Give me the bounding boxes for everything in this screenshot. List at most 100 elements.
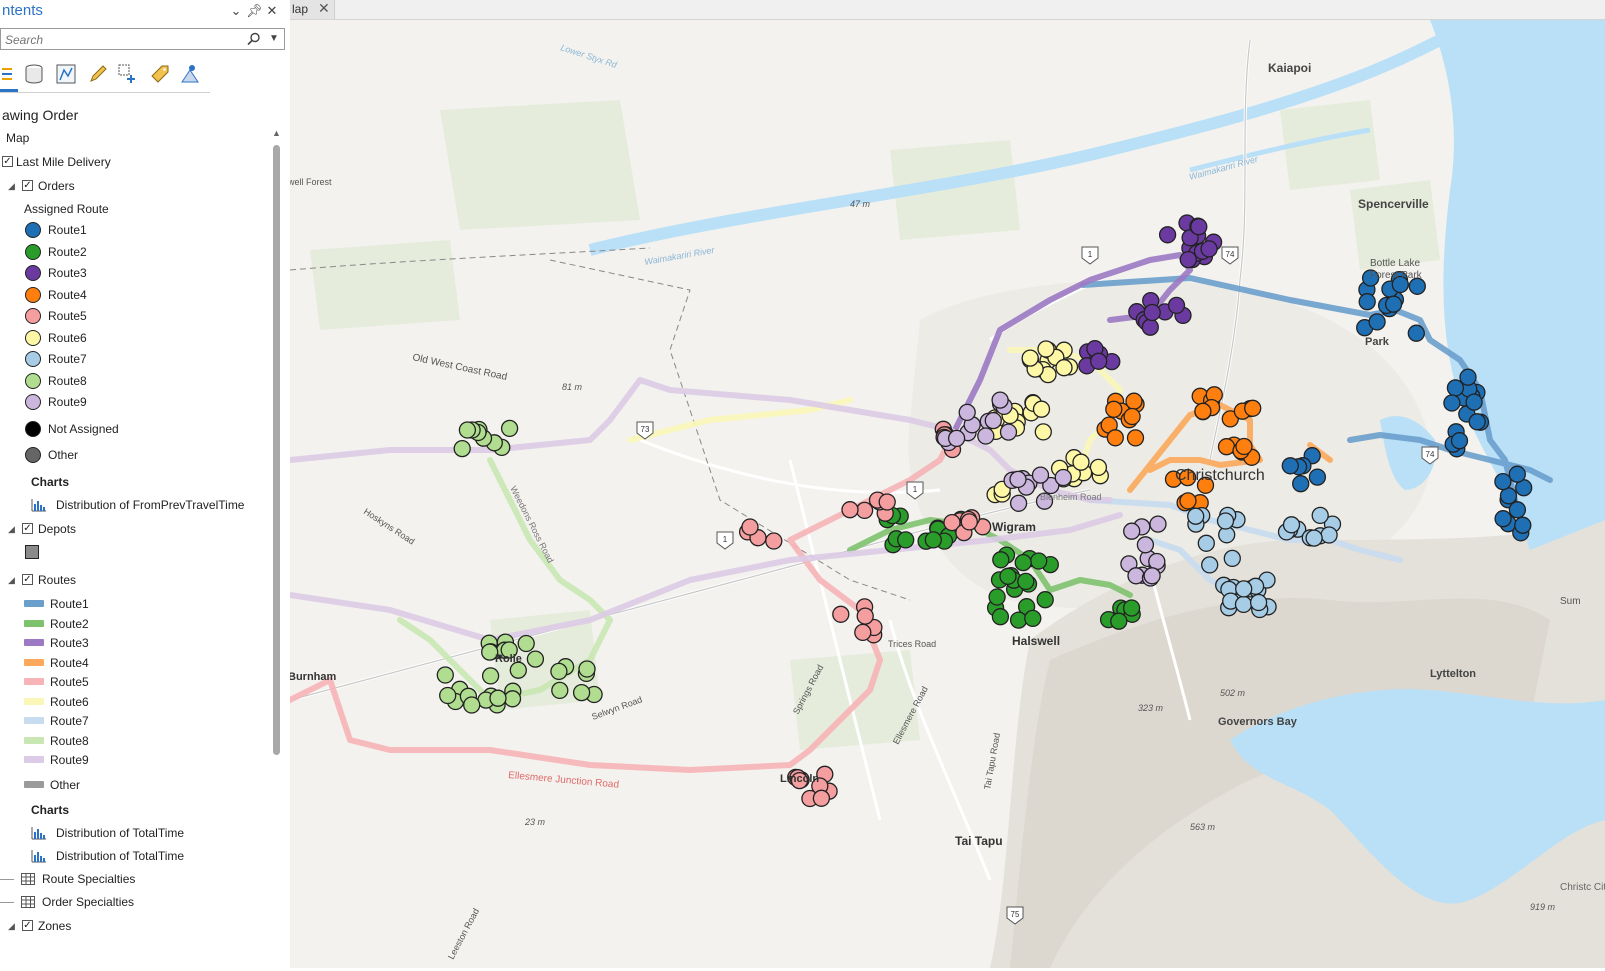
chart-total-time-2[interactable]: Distribution of TotalTime — [0, 846, 268, 866]
order-point-route6[interactable] — [1072, 453, 1090, 471]
order-point-route4[interactable] — [1105, 400, 1123, 418]
route-legend-route6[interactable]: Route6 — [0, 692, 268, 712]
route-legend-route2[interactable]: Route2 — [0, 614, 268, 634]
order-legend-route9[interactable]: Route9 — [0, 392, 268, 412]
list-by-editing-icon[interactable] — [86, 62, 110, 86]
order-point-route4[interactable] — [1126, 429, 1145, 447]
order-point-route5[interactable] — [855, 501, 874, 520]
layer-zones[interactable]: ◢ ✓ Zones — [0, 916, 268, 936]
scroll-thumb[interactable] — [273, 145, 280, 755]
map-svg[interactable]: 1 1 1 73 74 74 75 Kaiapoi Spencerville Bottle La… — [287, 20, 1605, 968]
order-point-route9[interactable] — [1031, 466, 1050, 484]
order-point-route8[interactable] — [526, 650, 545, 668]
order-point-route7[interactable] — [1223, 549, 1241, 568]
order-point-route7[interactable] — [1249, 593, 1268, 612]
order-point-route1[interactable] — [1281, 457, 1299, 475]
route-legend-other[interactable]: Other — [0, 775, 268, 795]
depot-symbol-row[interactable] — [0, 543, 268, 563]
order-point-route1[interactable] — [1494, 510, 1512, 528]
visibility-checkbox[interactable]: ✓ — [22, 523, 33, 534]
order-point-route8[interactable] — [550, 662, 568, 681]
order-point-route3[interactable] — [1200, 240, 1218, 258]
order-point-route7[interactable] — [1197, 534, 1215, 552]
order-point-route5[interactable] — [878, 493, 896, 511]
order-point-route7[interactable] — [1305, 529, 1323, 547]
order-point-route6[interactable] — [1032, 400, 1051, 418]
order-point-route5[interactable] — [832, 605, 850, 623]
order-point-route7[interactable] — [1320, 526, 1338, 544]
order-point-route3[interactable] — [1190, 218, 1208, 236]
order-legend-route7[interactable]: Route7 — [0, 349, 268, 369]
order-point-route3[interactable] — [1090, 352, 1108, 370]
order-point-route2[interactable] — [1024, 609, 1042, 628]
order-legend-route4[interactable]: Route4 — [0, 285, 268, 305]
order-legend-route1[interactable]: Route1 — [0, 220, 268, 240]
order-point-route2[interactable] — [1009, 611, 1028, 629]
order-point-route1[interactable] — [1443, 394, 1461, 412]
pin-icon[interactable]: 📌︎ — [246, 3, 263, 19]
order-point-route1[interactable] — [1308, 468, 1327, 486]
expand-collapse-icon[interactable]: ◢ — [8, 176, 15, 196]
order-point-route4[interactable] — [1106, 429, 1124, 447]
close-tab-icon[interactable]: ✕ — [318, 0, 330, 17]
orders-charts-heading[interactable]: Charts — [0, 472, 268, 492]
symbology-heading-assigned-route[interactable]: Assigned Route — [0, 199, 268, 219]
chart-total-time-1[interactable]: Distribution of TotalTime — [0, 823, 268, 843]
order-point-route5[interactable] — [856, 607, 874, 625]
visibility-checkbox[interactable]: ✓ — [22, 574, 33, 585]
order-legend-route2[interactable]: Route2 — [0, 242, 268, 262]
order-point-route1[interactable] — [1468, 413, 1486, 431]
order-point-route1[interactable] — [1292, 475, 1310, 493]
order-legend-route5[interactable]: Route5 — [0, 306, 268, 326]
list-by-selection-icon[interactable] — [54, 62, 78, 86]
route-legend-route5[interactable]: Route5 — [0, 672, 268, 692]
order-point-route4[interactable] — [1217, 438, 1236, 456]
order-point-route1[interactable] — [1368, 313, 1386, 331]
order-point-route6[interactable] — [1089, 458, 1108, 477]
expand-collapse-icon[interactable]: ◢ — [8, 916, 15, 936]
order-point-route5[interactable] — [741, 518, 759, 536]
order-point-route8[interactable] — [500, 419, 519, 438]
order-point-route8[interactable] — [572, 683, 591, 702]
order-point-route7[interactable] — [1311, 506, 1329, 525]
order-point-route9[interactable] — [1009, 494, 1028, 512]
visibility-checkbox[interactable]: ✓ — [22, 920, 33, 931]
list-by-perspective-imagery-icon[interactable] — [178, 62, 202, 86]
order-point-route7[interactable] — [1234, 595, 1253, 614]
order-point-route6[interactable] — [1055, 359, 1073, 377]
order-point-route5[interactable] — [841, 501, 859, 519]
order-point-route4[interactable] — [1194, 402, 1212, 420]
order-point-route9[interactable] — [1148, 552, 1166, 571]
order-point-route2[interactable] — [999, 567, 1017, 585]
order-point-route7[interactable] — [1216, 512, 1235, 530]
order-point-route2[interactable] — [897, 531, 915, 549]
order-point-route9[interactable] — [991, 391, 1009, 409]
order-point-route9[interactable] — [958, 403, 976, 422]
order-point-route4[interactable] — [1123, 407, 1141, 426]
route-legend-route4[interactable]: Route4 — [0, 653, 268, 673]
order-point-route9[interactable] — [1123, 522, 1141, 540]
order-point-route7[interactable] — [1201, 556, 1219, 574]
order-point-route5[interactable] — [812, 789, 831, 807]
order-point-route4[interactable] — [1179, 492, 1197, 510]
order-point-route8[interactable] — [551, 681, 569, 700]
order-point-route2[interactable] — [991, 608, 1010, 626]
order-point-route7[interactable] — [1282, 516, 1301, 534]
order-legend-route3[interactable]: Route3 — [0, 263, 268, 283]
order-legend-route8[interactable]: Route8 — [0, 371, 268, 391]
expand-collapse-icon[interactable]: ◢ — [8, 519, 15, 539]
order-legend-not-assigned[interactable]: Not Assigned — [0, 419, 268, 439]
scroll-up-arrow-icon[interactable]: ▲ — [272, 128, 281, 138]
order-point-route1[interactable] — [1465, 393, 1483, 411]
order-point-route9[interactable] — [1127, 567, 1145, 585]
order-point-route4[interactable] — [1235, 437, 1253, 456]
list-by-drawing-order-icon[interactable] — [0, 62, 24, 86]
list-by-snapping-icon[interactable] — [116, 62, 140, 86]
search-icon[interactable] — [247, 32, 261, 46]
order-point-route8[interactable] — [439, 686, 457, 705]
order-point-route9[interactable] — [1136, 536, 1155, 554]
order-point-route9[interactable] — [1054, 468, 1072, 487]
order-point-route3[interactable] — [1141, 318, 1159, 336]
order-point-route1[interactable] — [1446, 379, 1465, 397]
map-node-label[interactable]: Map — [0, 128, 268, 148]
